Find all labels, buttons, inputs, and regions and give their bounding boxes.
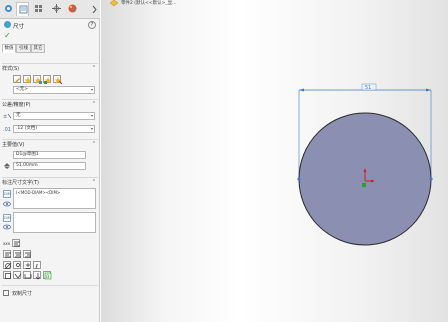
- sketch-canvas: 51: [297, 83, 433, 246]
- origin-point[interactable]: [362, 183, 366, 187]
- quadrant-point-left[interactable]: [297, 177, 301, 181]
- dimension-arrow-left: [299, 88, 304, 92]
- quadrant-point-right[interactable]: [429, 177, 433, 181]
- dimension-arrow-right: [426, 88, 431, 92]
- dimension-value-label: 51: [365, 85, 371, 91]
